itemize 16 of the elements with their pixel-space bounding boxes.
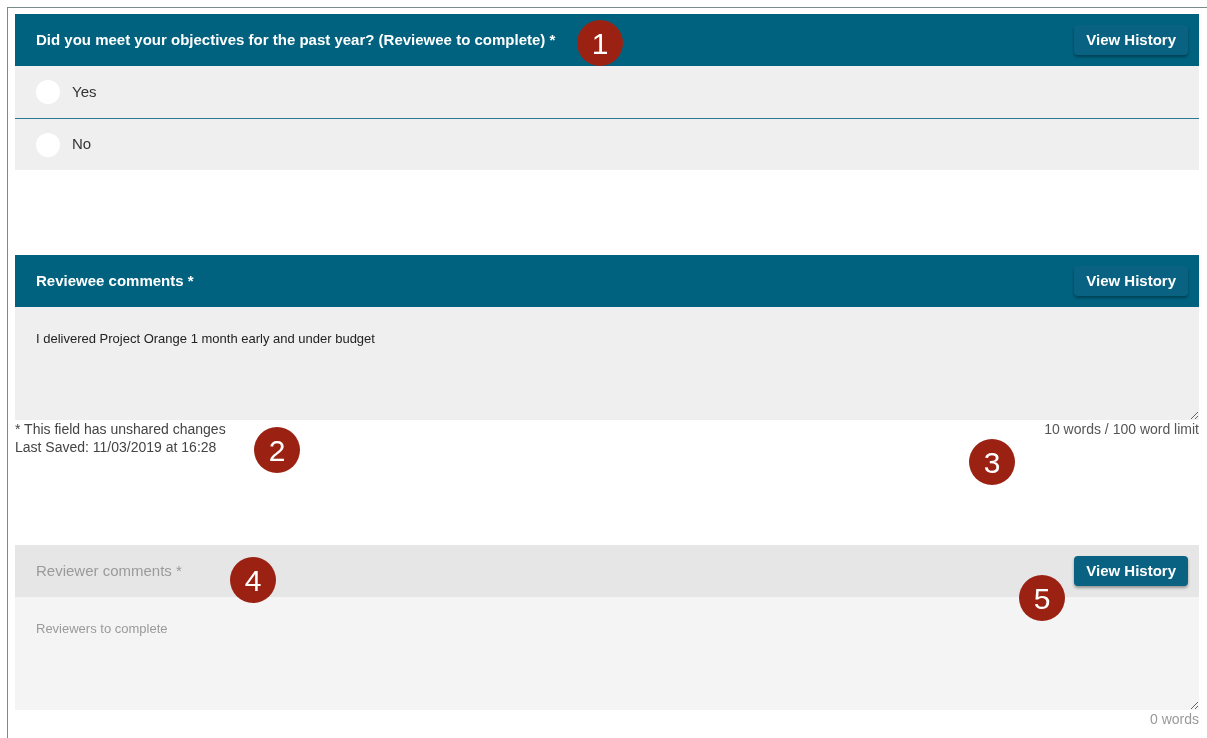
view-history-button[interactable]: View History bbox=[1074, 266, 1188, 296]
view-history-button[interactable]: View History bbox=[1074, 25, 1188, 55]
comment-field[interactable]: I delivered Project Orange 1 month early and under budget bbox=[15, 307, 1199, 420]
callout-badge: 3 bbox=[969, 439, 1015, 485]
radio-option[interactable]: Yes bbox=[15, 66, 1199, 118]
section-title: Reviewee comments * bbox=[36, 270, 194, 291]
option-label: Yes bbox=[72, 81, 97, 102]
field-note: Last Saved: 11/03/2019 at 16:28 bbox=[15, 438, 218, 456]
section-title: Did you meet your objectives for the past year? (Reviewee to complete) * bbox=[36, 29, 556, 50]
word-count: 10 words / 100 word limit bbox=[1044, 420, 1199, 439]
radio-option[interactable]: No bbox=[15, 118, 1199, 170]
option-label: No bbox=[72, 134, 92, 155]
section-title: Reviewer comments * bbox=[36, 560, 182, 581]
word-count: 0 words bbox=[1149, 710, 1199, 728]
callout-badge: 2 bbox=[254, 427, 300, 473]
field-note: * This field has unshared changes bbox=[15, 420, 226, 438]
